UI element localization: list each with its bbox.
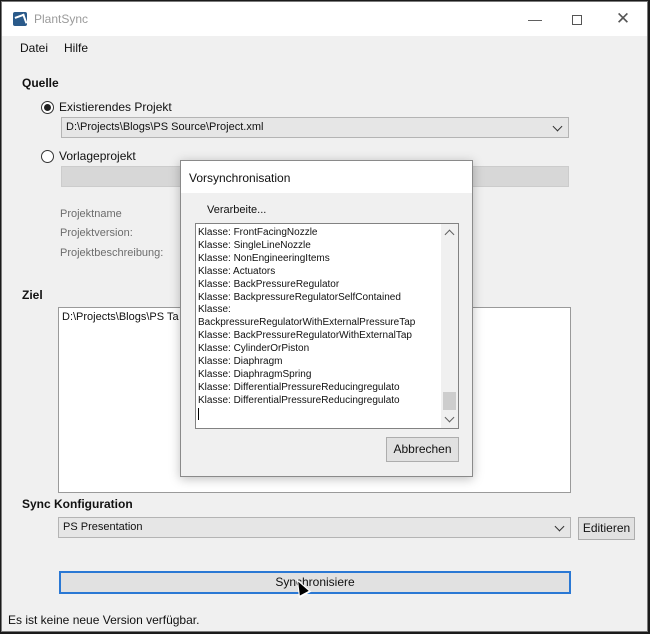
edit-button[interactable]: Editieren bbox=[578, 517, 635, 540]
radio-checked-icon bbox=[41, 100, 54, 114]
log-line: Klasse: DiaphragmSpring bbox=[198, 368, 312, 380]
existing-project-path: D:\Projects\Blogs\PS Source\Project.xml bbox=[66, 121, 264, 133]
projektversion-label: Projektversion: bbox=[60, 227, 133, 239]
plantsync-app-icon bbox=[13, 12, 27, 26]
minimize-button[interactable]: — bbox=[512, 7, 558, 31]
log-line: Klasse: Actuators bbox=[198, 265, 276, 277]
log-line: Klasse: BackPressureRegulator bbox=[198, 278, 340, 290]
dialog-title: Vorsynchronisation bbox=[189, 171, 291, 185]
existing-project-radio[interactable]: Existierendes Projekt bbox=[41, 100, 172, 114]
sync-config-selected: PS Presentation bbox=[63, 521, 143, 533]
sync-button[interactable]: Synchronisiere bbox=[59, 571, 571, 594]
presync-dialog: Vorsynchronisation Verarbeite... Klasse:… bbox=[180, 160, 473, 477]
quelle-label: Quelle bbox=[22, 76, 59, 90]
dialog-title-bar: Vorsynchronisation bbox=[181, 161, 472, 193]
menu-hilfe[interactable]: Hilfe bbox=[64, 41, 88, 55]
status-bar: Es ist keine neue Version verfügbar. bbox=[8, 613, 200, 627]
log-line: BackpressureRegulatorWithExternalPressur… bbox=[198, 317, 416, 329]
dialog-log-textbox[interactable]: Klasse: FrontFacingNozzle Klasse: Single… bbox=[195, 223, 459, 429]
window-title: PlantSync bbox=[34, 12, 89, 26]
ziel-path-text: D:\Projects\Blogs\PS Ta bbox=[62, 311, 179, 323]
dialog-status-text: Verarbeite... bbox=[207, 204, 267, 216]
log-line: Klasse: SingleLineNozzle bbox=[198, 239, 311, 251]
template-project-radio[interactable]: Vorlageprojekt bbox=[41, 149, 136, 163]
log-line: Klasse: BackPressureRegulatorWithExterna… bbox=[198, 330, 412, 342]
log-line: Klasse: CylinderOrPiston bbox=[198, 343, 310, 355]
log-line: Klasse: BackpressureRegulatorSelfContain… bbox=[198, 291, 401, 303]
scroll-thumb[interactable] bbox=[443, 392, 456, 410]
log-line: Klasse: Diaphragm bbox=[198, 356, 283, 368]
existing-project-label: Existierendes Projekt bbox=[59, 100, 172, 114]
scroll-up-icon[interactable] bbox=[441, 224, 458, 241]
template-project-label: Vorlageprojekt bbox=[59, 149, 136, 163]
chevron-down-icon bbox=[554, 518, 566, 537]
projektname-label: Projektname bbox=[60, 208, 122, 220]
title-bar: PlantSync — ✕ bbox=[2, 2, 647, 36]
log-line: Klasse: NonEngineeringItems bbox=[198, 252, 330, 264]
existing-project-combo[interactable]: D:\Projects\Blogs\PS Source\Project.xml bbox=[61, 117, 569, 138]
dialog-scrollbar[interactable] bbox=[441, 224, 458, 428]
text-caret bbox=[198, 408, 199, 420]
log-line: Klasse: FrontFacingNozzle bbox=[198, 227, 318, 238]
menu-datei[interactable]: Datei bbox=[20, 41, 48, 55]
scroll-down-icon[interactable] bbox=[441, 411, 458, 428]
log-line: Klasse: DifferentialPressureReducingregu… bbox=[198, 381, 400, 393]
log-line: Klasse: DifferentialPressureReducingregu… bbox=[198, 394, 400, 406]
chevron-down-icon bbox=[552, 118, 564, 137]
main-window: PlantSync — ✕ Datei Hilfe Quelle Existie… bbox=[1, 1, 648, 632]
maximize-icon bbox=[572, 15, 582, 26]
dialog-log-lines: Klasse: FrontFacingNozzle Klasse: Single… bbox=[198, 227, 442, 408]
sync-config-label: Sync Konfiguration bbox=[22, 497, 133, 511]
cancel-button[interactable]: Abbrechen bbox=[386, 437, 459, 462]
close-button[interactable]: ✕ bbox=[600, 7, 646, 31]
maximize-button[interactable] bbox=[554, 7, 600, 31]
projektbeschreibung-label: Projektbeschreibung: bbox=[60, 247, 164, 259]
sync-config-combo[interactable]: PS Presentation bbox=[58, 517, 571, 538]
menu-bar: Datei Hilfe bbox=[2, 36, 647, 58]
ziel-label: Ziel bbox=[22, 288, 43, 302]
log-line: Klasse: bbox=[198, 304, 231, 316]
radio-unchecked-icon bbox=[41, 149, 54, 163]
